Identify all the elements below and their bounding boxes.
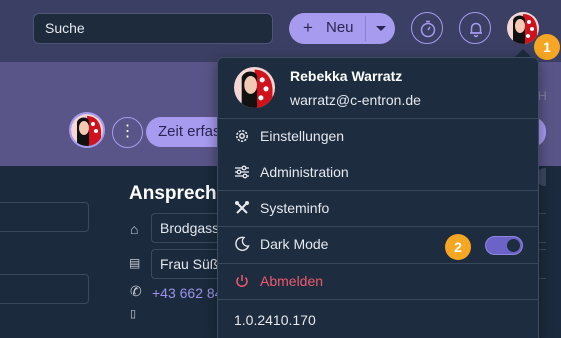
menu-item-label: Abmelden — [260, 273, 324, 289]
salutation-field[interactable]: Frau Süß — [151, 249, 221, 279]
user-menu: Rebekka Warratz warratz@c-entron.de Eins… — [217, 57, 539, 338]
menu-item-administration[interactable]: Administration — [218, 154, 538, 190]
version-label: 1.0.2410.170 — [234, 312, 316, 328]
user-name: Rebekka Warratz — [290, 68, 403, 84]
menu-item-label: Systeminfo — [260, 200, 330, 216]
divider — [218, 299, 538, 300]
more-options-button[interactable]: ⋮ — [112, 117, 143, 148]
menu-item-label: Einstellungen — [260, 128, 345, 144]
id-card-icon: ▤ — [129, 256, 141, 270]
power-icon — [236, 275, 248, 287]
timer-button[interactable] — [411, 12, 443, 44]
left-field[interactable] — [0, 202, 89, 232]
menu-pointer — [515, 49, 531, 57]
chevron-down-icon[interactable] — [376, 26, 386, 31]
dark-mode-toggle[interactable] — [485, 236, 523, 255]
new-button-label: Neu — [326, 19, 354, 36]
menu-item-logout[interactable]: Abmelden — [218, 263, 538, 299]
vibrate-icon: ▯ — [130, 308, 137, 320]
gear-icon — [236, 130, 248, 142]
step-badge-1: 1 — [534, 34, 560, 60]
avatar — [507, 12, 539, 44]
phone-link[interactable]: +43 662 84 — [152, 285, 218, 301]
plus-icon: + — [303, 18, 313, 37]
header-text-fragment: H — [538, 89, 547, 103]
new-button[interactable]: + Neu — [289, 13, 395, 44]
notifications-button[interactable] — [459, 12, 491, 44]
avatar[interactable] — [69, 112, 105, 148]
search-input[interactable]: Suche — [33, 13, 273, 44]
stopwatch-icon — [420, 20, 436, 38]
avatar — [234, 67, 275, 108]
tools-icon — [235, 201, 249, 214]
address-field[interactable]: Brodgasse — [151, 213, 221, 243]
sliders-icon — [235, 165, 249, 179]
left-field[interactable] — [0, 274, 89, 304]
section-title: Ansprechpartner — [129, 183, 219, 204]
new-button-divider — [365, 16, 366, 41]
user-avatar-button[interactable] — [507, 12, 539, 44]
user-email: warratz@c-entron.de — [290, 92, 421, 108]
moon-icon — [235, 236, 250, 251]
menu-item-systeminfo[interactable]: Systeminfo — [218, 190, 538, 226]
step-badge-2: 2 — [445, 234, 471, 260]
menu-item-label: Dark Mode — [260, 236, 329, 252]
menu-item-label: Administration — [260, 164, 349, 180]
home-icon: ⌂ — [130, 221, 139, 237]
toggle-knob — [507, 239, 520, 252]
menu-item-settings[interactable]: Einstellungen — [218, 118, 538, 154]
phone-icon: ✆ — [130, 283, 142, 299]
bell-icon — [470, 22, 482, 38]
